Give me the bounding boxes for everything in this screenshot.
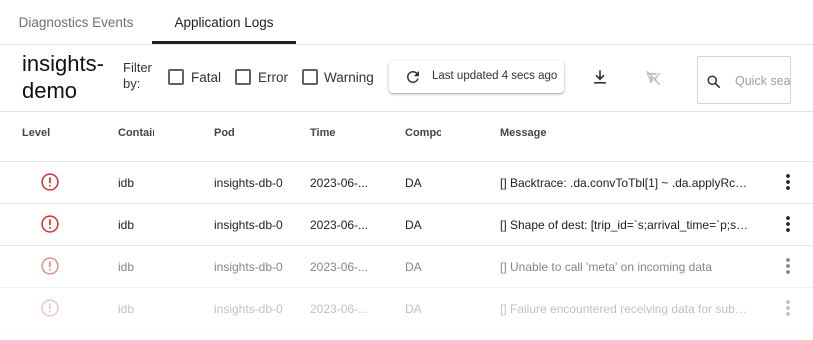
cell-component: DA <box>405 302 422 316</box>
column-header-container[interactable]: Container <box>118 127 154 139</box>
error-circle-icon <box>41 299 59 317</box>
log-row[interactable]: idb insights-db-0 2023-06-... DA [] Unable t… <box>0 246 813 288</box>
error-checkbox[interactable] <box>235 69 251 85</box>
column-header-message[interactable]: Message <box>500 127 600 139</box>
cell-time: 2023-06-... <box>310 218 369 232</box>
log-row[interactable]: idb insights-db-0 2023-06-... DA [] Shape of… <box>0 204 813 246</box>
warning-checkbox[interactable] <box>302 69 318 85</box>
more-vert-icon[interactable] <box>780 173 796 191</box>
column-header-level[interactable]: Level <box>22 127 102 139</box>
tab-diagnostics-events[interactable]: Diagnostics Events <box>0 0 152 44</box>
cell-time: 2023-06-... <box>310 260 369 274</box>
cell-container: idb <box>118 302 135 316</box>
cell-pod: insights-db-0 <box>214 218 283 232</box>
cell-component: DA <box>405 218 422 232</box>
download-icon[interactable] <box>590 67 610 87</box>
last-updated-label: Last updated 4 secs ago <box>432 70 558 82</box>
cell-container: idb <box>118 218 135 232</box>
column-header-component[interactable]: Component <box>405 127 441 139</box>
more-vert-icon[interactable] <box>780 215 796 233</box>
cell-time: 2023-06-... <box>310 176 369 190</box>
column-header-time[interactable]: Time <box>310 127 390 139</box>
cell-pod: insights-db-0 <box>214 176 283 190</box>
toolbar-divider <box>0 111 813 112</box>
column-header-pod[interactable]: Pod <box>214 127 294 139</box>
active-tab-indicator <box>152 41 296 44</box>
error-circle-icon <box>41 173 59 191</box>
fatal-checkbox[interactable] <box>168 69 184 85</box>
app-name-title: insights-demo <box>22 51 104 103</box>
search-icon <box>707 75 720 88</box>
cell-message: [] Backtrace: .da.convToTbl[1] ~ .da.app… <box>500 176 750 190</box>
warning-checkbox-label[interactable]: Warning <box>324 70 374 85</box>
cell-component: DA <box>405 260 422 274</box>
cell-message: [] Shape of dest: [trip_id=`s;arrival_ti… <box>500 218 750 232</box>
cell-pod: insights-db-0 <box>214 260 283 274</box>
filter-off-icon[interactable] <box>643 68 663 88</box>
refresh-button[interactable]: Last updated 4 secs ago <box>389 61 564 93</box>
tab-bar: Diagnostics Events Application Logs <box>0 0 813 45</box>
log-row[interactable]: idb insights-db-0 2023-06-... DA [] Failure … <box>0 288 813 330</box>
cell-container: idb <box>118 176 135 190</box>
error-circle-icon <box>41 257 59 275</box>
log-row[interactable]: idb insights-db-0 2023-06-... DA [] Backtrac… <box>0 162 813 204</box>
fatal-checkbox-label[interactable]: Fatal <box>191 70 221 85</box>
quick-search-box[interactable] <box>697 56 791 104</box>
tab-application-logs[interactable]: Application Logs <box>152 0 296 44</box>
refresh-icon <box>406 70 419 83</box>
cell-message: [] Unable to call 'meta' on incoming dat… <box>500 260 713 274</box>
error-checkbox-label[interactable]: Error <box>258 70 288 85</box>
cell-container: idb <box>118 260 135 274</box>
filter-by-label: Filter by: <box>123 60 152 91</box>
quick-search-input[interactable] <box>735 71 790 91</box>
more-vert-icon[interactable] <box>780 299 796 317</box>
cell-message: [] Failure encountered receiving data fo… <box>500 302 750 316</box>
error-circle-icon <box>41 215 59 233</box>
cell-component: DA <box>405 176 422 190</box>
cell-pod: insights-db-0 <box>214 302 283 316</box>
more-vert-icon[interactable] <box>780 257 796 275</box>
cell-time: 2023-06-... <box>310 302 369 316</box>
